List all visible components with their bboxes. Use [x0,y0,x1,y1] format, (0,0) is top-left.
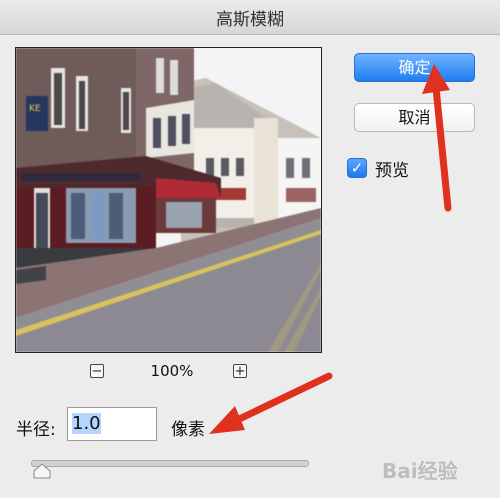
preview-checkbox-row[interactable]: ✓ 预览 [347,157,409,181]
unit-label: 像素 [171,420,205,440]
preview-label: 预览 [375,160,409,181]
radius-label: 半径: [16,420,56,440]
cancel-button[interactable]: 取消 [354,103,475,132]
svg-text:KE: KE [29,104,41,114]
checkmark-icon: ✓ [350,159,364,177]
radius-value: 1.0 [72,413,101,434]
radius-slider-thumb[interactable] [32,463,52,479]
zoom-in-button[interactable]: + [233,364,247,378]
watermark-text: Bai经验 [382,459,458,483]
window-title: 高斯模糊 [216,9,284,30]
preview-image[interactable]: KE [15,47,322,353]
radius-slider-track[interactable] [31,460,309,467]
zoom-level: 100% [150,362,194,380]
ok-button[interactable]: 确定 [354,53,475,82]
preview-checkbox[interactable]: ✓ [347,158,367,178]
zoom-out-button[interactable]: − [90,364,104,378]
zoom-controls: − 100% + [90,362,250,382]
title-bar: 高斯模糊 [0,0,500,35]
arrow-annotation-ok [422,64,452,212]
baidu-watermark: Bai经验 [380,450,490,490]
minus-icon: − [91,364,103,379]
radius-input[interactable]: 1.0 [67,407,157,441]
plus-icon: + [234,364,246,379]
